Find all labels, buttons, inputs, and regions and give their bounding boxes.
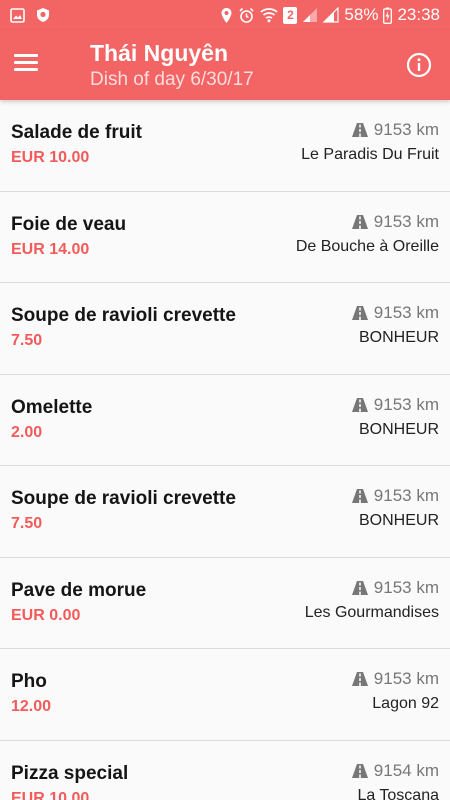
dish-name: Omelette xyxy=(11,396,93,418)
distance-value: 9154 km xyxy=(373,760,439,780)
dish-list-item[interactable]: Pizza special EUR 10.00 9154 km La Toscana xyxy=(0,740,450,800)
distance: 9153 km xyxy=(351,120,439,140)
page-title: Thái Nguyên xyxy=(90,40,229,66)
dish-list-item[interactable]: Omelette 2.00 9153 km BONHEUR xyxy=(0,374,450,466)
status-bar: 2 58% 23:38 xyxy=(0,0,450,30)
wifi-icon xyxy=(260,8,279,23)
dish-price: 7.50 xyxy=(11,332,43,349)
location-icon xyxy=(221,7,232,23)
dish-name: Pave de morue xyxy=(11,579,147,601)
distance-value: 9153 km xyxy=(373,120,439,139)
distance-value: 9153 km xyxy=(373,669,439,688)
dish-price: 12.00 xyxy=(11,698,52,715)
signal-icon xyxy=(303,8,318,22)
hamburger-menu-icon[interactable] xyxy=(14,50,46,80)
dish-list-item[interactable]: Salade de fruit EUR 10.00 9153 km Le Paradi… xyxy=(0,100,450,192)
road-icon xyxy=(351,397,368,412)
sim2-icon: 2 xyxy=(283,6,298,24)
restaurant-name: BONHEUR xyxy=(358,420,439,438)
shield-icon xyxy=(37,8,49,22)
road-icon xyxy=(351,763,368,778)
restaurant-name: BONHEUR xyxy=(358,512,439,529)
road-icon xyxy=(351,489,368,503)
dish-list-item[interactable]: Soupe de ravioli crevette 7.50 9153 km BONH… xyxy=(0,466,450,558)
distance: 9153 km xyxy=(351,303,439,323)
restaurant-name: De Bouche à Oreille xyxy=(295,237,439,255)
dish-price: 7.50 xyxy=(11,515,43,532)
restaurant-name: Le Paradis Du Fruit xyxy=(301,146,439,163)
dish-name: Foie de veau xyxy=(11,213,127,235)
distance-value: 9153 km xyxy=(373,211,439,231)
dish-name: Pho xyxy=(11,671,47,692)
distance: 9154 km xyxy=(351,760,439,781)
distance: 9153 km xyxy=(351,211,439,232)
restaurant-name: Lagon 92 xyxy=(372,695,439,712)
page-subtitle: Dish of day 6/30/17 xyxy=(90,69,254,90)
dish-name: Salade de fruit xyxy=(11,122,142,143)
dish-price: EUR 14.00 xyxy=(11,240,90,258)
dish-list-item[interactable]: Soupe de ravioli crevette 7.50 9153 km BONH… xyxy=(0,283,450,375)
info-icon[interactable] xyxy=(406,52,432,78)
restaurant-name: BONHEUR xyxy=(358,329,439,346)
clock: 23:38 xyxy=(397,5,440,24)
distance: 9153 km xyxy=(351,669,439,689)
dish-name: Pizza special xyxy=(11,762,129,784)
road-icon xyxy=(351,580,368,595)
gallery-icon xyxy=(10,7,25,23)
dish-list: Salade de fruit EUR 10.00 9153 km Le Paradi… xyxy=(0,100,450,800)
title-block: Thái Nguyên Dish of day 6/30/17 xyxy=(90,38,254,92)
road-icon xyxy=(351,306,368,320)
dish-list-item[interactable]: Pave de morue EUR 0.00 9153 km Les Gourmand… xyxy=(0,557,450,649)
app-bar: Thái Nguyên Dish of day 6/30/17 xyxy=(0,30,450,100)
distance-value: 9153 km xyxy=(373,394,439,414)
restaurant-name: La Toscana xyxy=(357,786,439,800)
battery-percent: 58% xyxy=(344,5,379,24)
distance-value: 9153 km xyxy=(373,577,439,597)
dish-price: EUR 10.00 xyxy=(11,149,90,166)
road-icon xyxy=(351,214,368,229)
dish-name: Soupe de ravioli crevette xyxy=(11,488,236,509)
road-icon xyxy=(351,123,368,137)
restaurant-name: Les Gourmandises xyxy=(304,603,439,621)
distance: 9153 km xyxy=(351,394,439,415)
dish-price: EUR 0.00 xyxy=(11,606,81,624)
distance: 9153 km xyxy=(351,577,439,598)
dish-price: 2.00 xyxy=(11,423,43,441)
signal-icon xyxy=(323,7,340,23)
alarm-icon xyxy=(239,7,254,23)
dish-price: EUR 10.00 xyxy=(11,789,90,800)
dish-name: Soupe de ravioli crevette xyxy=(11,305,236,326)
distance-value: 9153 km xyxy=(373,303,439,322)
road-icon xyxy=(351,672,368,686)
dish-list-item[interactable]: Foie de veau EUR 14.00 9153 km De Bouche à … xyxy=(0,191,450,283)
distance: 9153 km xyxy=(351,486,439,506)
dish-list-item[interactable]: Pho 12.00 9153 km Lagon 92 xyxy=(0,649,450,741)
battery-charging-icon xyxy=(383,7,393,24)
distance-value: 9153 km xyxy=(373,486,439,505)
